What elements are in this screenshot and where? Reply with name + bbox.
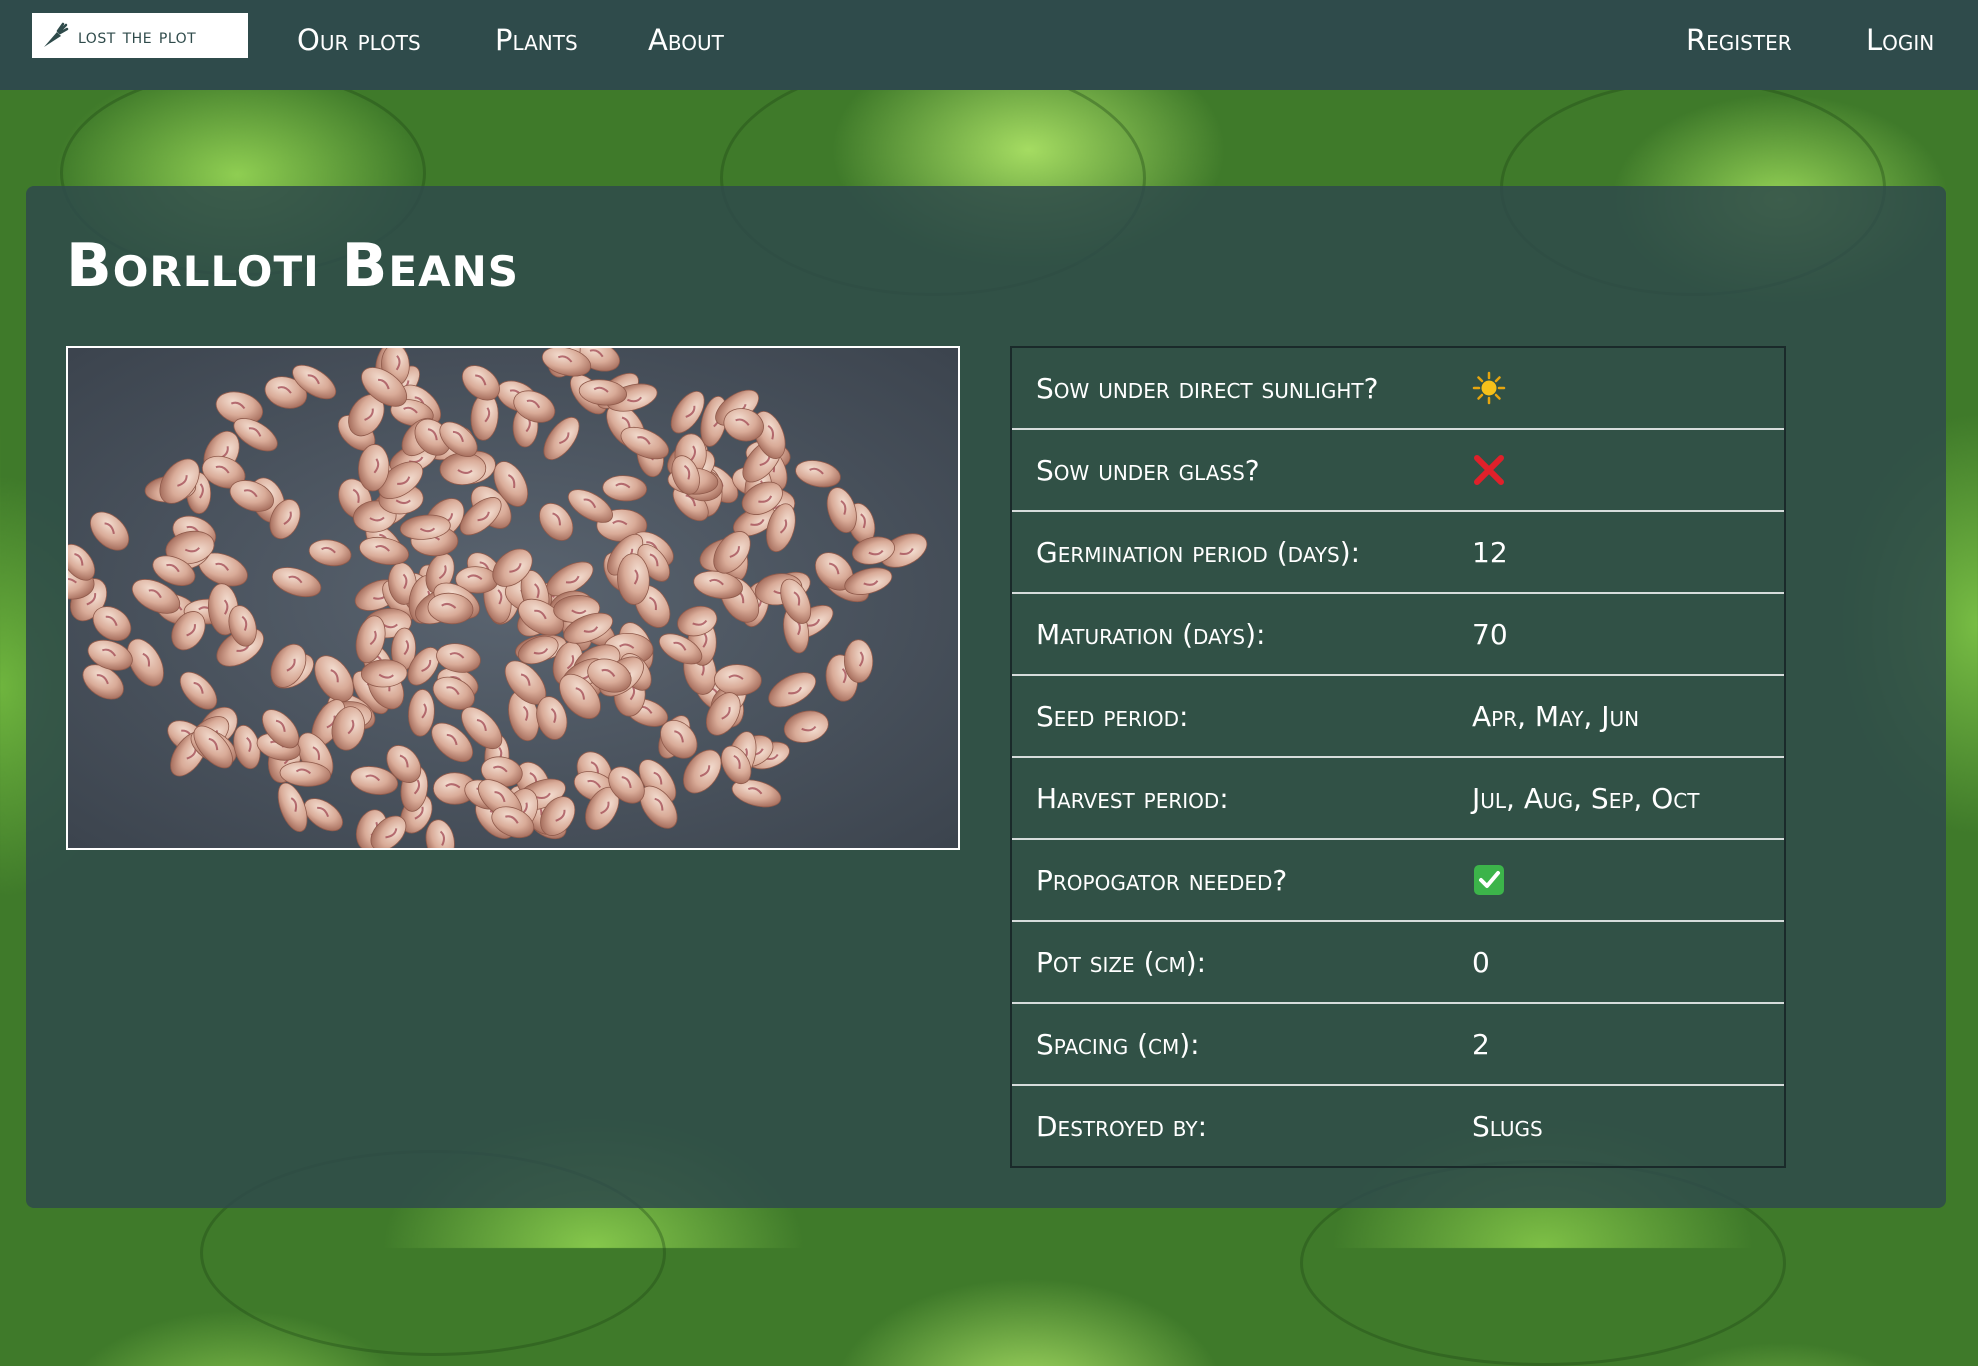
detail-row-spacing: Spacing (cm): 2 <box>1012 1004 1784 1086</box>
detail-value: 70 <box>1472 617 1508 651</box>
detail-value <box>1472 863 1506 897</box>
checkmark-icon <box>1474 865 1504 895</box>
carrot-icon <box>44 22 69 47</box>
nav-link-our-plots[interactable]: Our plots <box>297 20 421 60</box>
detail-row-maturation: Maturation (days): 70 <box>1012 594 1784 676</box>
detail-row-germination: Germination period (days): 12 <box>1012 512 1784 594</box>
detail-label: Pot size (cm): <box>1036 945 1207 979</box>
nav-link-about[interactable]: About <box>648 20 724 60</box>
detail-value: 0 <box>1472 945 1490 979</box>
nav-link-login[interactable]: Login <box>1866 20 1934 60</box>
detail-row-harvest-period: Harvest period: Jul, Aug, Sep, Oct <box>1012 758 1784 840</box>
detail-value <box>1472 371 1506 405</box>
plant-photo <box>66 346 960 850</box>
detail-value: Apr, May, Jun <box>1472 699 1640 733</box>
plant-details-table: Sow under direct sunlight? Sow under gla… <box>1010 346 1786 1168</box>
detail-label: Propogator needed? <box>1036 863 1288 897</box>
top-navbar: lost the plot Our plots Plants About Reg… <box>0 0 1978 90</box>
detail-row-pot-size: Pot size (cm): 0 <box>1012 922 1784 1004</box>
bean <box>843 639 874 683</box>
detail-row-sunlight: Sow under direct sunlight? <box>1012 348 1784 430</box>
detail-label: Seed period: <box>1036 699 1189 733</box>
detail-row-propogator: Propogator needed? <box>1012 840 1784 922</box>
detail-label: Germination period (days): <box>1036 535 1361 569</box>
detail-value: Slugs <box>1472 1109 1543 1143</box>
detail-row-sow-under-glass: Sow under glass? <box>1012 430 1784 512</box>
detail-row-destroyed-by: Destroyed by: Slugs <box>1012 1086 1784 1166</box>
sun-icon <box>1472 371 1506 405</box>
plant-detail-card: Borlloti Beans Sow under direct sunlight… <box>26 186 1946 1208</box>
detail-value: 12 <box>1472 535 1508 569</box>
detail-label: Harvest period: <box>1036 781 1229 815</box>
detail-label: Sow under glass? <box>1036 453 1260 487</box>
detail-value: Jul, Aug, Sep, Oct <box>1472 781 1700 815</box>
detail-label: Spacing (cm): <box>1036 1027 1200 1061</box>
detail-row-seed-period: Seed period: Apr, May, Jun <box>1012 676 1784 758</box>
cross-icon <box>1474 455 1504 485</box>
detail-label: Destroyed by: <box>1036 1109 1208 1143</box>
brand-logo-link[interactable]: lost the plot <box>32 13 248 58</box>
page-title: Borlloti Beans <box>66 231 520 301</box>
detail-value <box>1472 453 1506 487</box>
detail-value: 2 <box>1472 1027 1490 1061</box>
brand-label: lost the plot <box>78 23 197 48</box>
nav-link-register[interactable]: Register <box>1686 20 1792 60</box>
beans-photo <box>68 348 958 848</box>
detail-label: Maturation (days): <box>1036 617 1266 651</box>
detail-label: Sow under direct sunlight? <box>1036 371 1379 405</box>
nav-link-plants[interactable]: Plants <box>495 20 578 60</box>
